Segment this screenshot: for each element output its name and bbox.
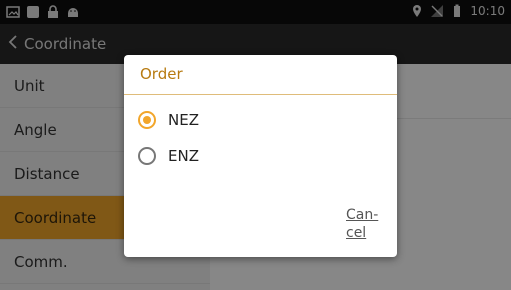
dialog-title: Order bbox=[140, 65, 183, 83]
option-label: NEZ bbox=[168, 111, 199, 129]
order-dialog: Order NEZ ENZ Can- cel bbox=[124, 55, 397, 257]
radio-selected-icon[interactable] bbox=[138, 111, 156, 129]
cancel-button[interactable]: Can- cel bbox=[346, 206, 378, 242]
radio-unselected-icon[interactable] bbox=[138, 147, 156, 165]
option-enz[interactable]: ENZ bbox=[138, 147, 199, 165]
cancel-label-line1: Can- bbox=[346, 207, 379, 223]
option-nez[interactable]: NEZ bbox=[138, 111, 199, 129]
option-label: ENZ bbox=[168, 147, 199, 165]
cancel-label-line2: cel bbox=[346, 225, 367, 241]
dialog-divider bbox=[124, 94, 397, 95]
